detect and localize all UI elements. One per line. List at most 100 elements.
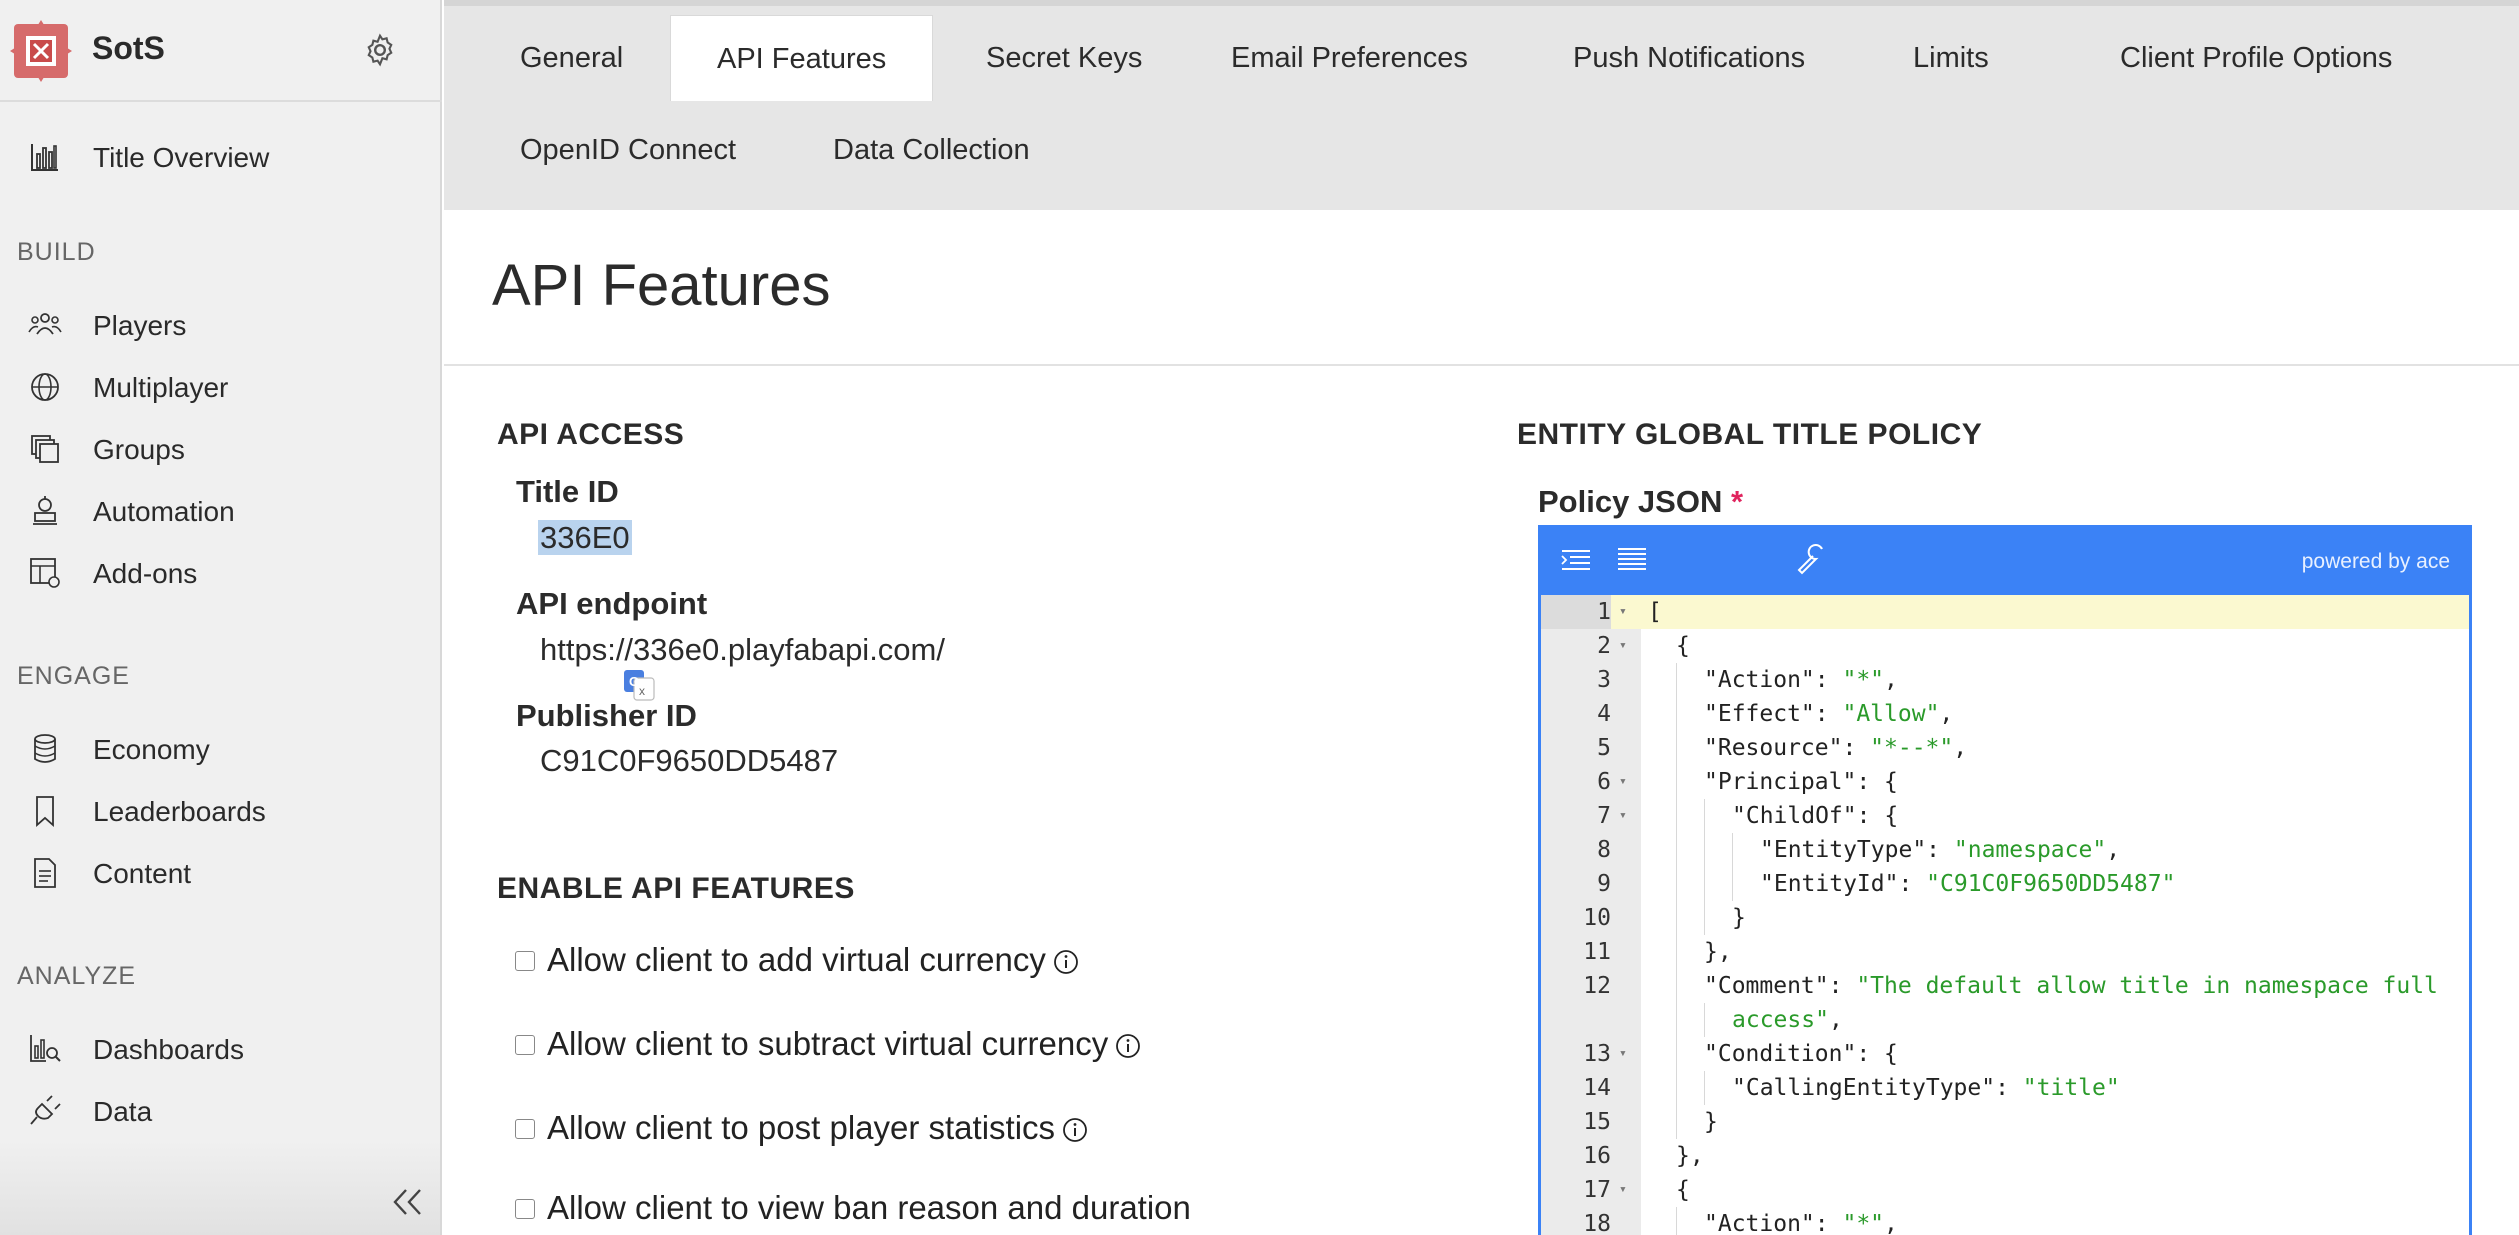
code-line: 2 ▾ { <box>1541 629 2469 663</box>
sidebar-item-label: Multiplayer <box>93 372 229 403</box>
sidebar-item-players[interactable]: Players <box>0 296 440 352</box>
view-ban-reason-checkbox[interactable] <box>515 1199 535 1219</box>
api-endpoint-value[interactable]: https://336e0.playfabapi.com/ <box>540 632 945 668</box>
tab-limits[interactable]: Limits <box>1867 15 2035 101</box>
indent-guide <box>1676 765 1677 799</box>
info-icon[interactable] <box>1052 948 1080 976</box>
indent-guide <box>1676 1207 1677 1235</box>
code-line: 17 ▾ { <box>1541 1173 2469 1207</box>
indent-guide <box>1704 833 1705 867</box>
fold-toggle-icon[interactable]: ▾ <box>1619 1037 1627 1071</box>
fold-toggle-icon[interactable]: ▾ <box>1619 629 1627 663</box>
indent-guide <box>1704 1071 1705 1105</box>
code-line: 12 "Comment": "The default allow title in… <box>1541 969 2469 1003</box>
tab-client-profile-options[interactable]: Client Profile Options <box>2074 15 2438 101</box>
option-text: Allow client to post player statistics <box>547 1109 1056 1146</box>
entity-policy-heading: ENTITY GLOBAL TITLE POLICY <box>1517 418 1983 451</box>
json-token: "Principal": { <box>1704 769 1898 795</box>
line-number: 3 <box>1597 667 1611 693</box>
sidebar-item-leaderboards[interactable]: Leaderboards <box>0 782 440 838</box>
code-line: 11}, <box>1541 935 2469 969</box>
sidebar-item-multiplayer[interactable]: Multiplayer <box>0 358 440 414</box>
json-editor[interactable]: 1 ▾[2 ▾{3 "Action": "*", 4 "Effect": "Allow",… <box>1538 595 2472 1235</box>
document-icon <box>34 858 56 888</box>
required-mark: * <box>1730 484 1744 519</box>
sidebar-item-label: Data <box>93 1096 153 1127</box>
sidebar-item-dashboards[interactable]: Dashboards <box>0 1020 440 1076</box>
fold-toggle-icon[interactable]: ▾ <box>1619 595 1627 629</box>
tab-api-features[interactable]: API Features <box>670 15 934 101</box>
tab-push-notifications[interactable]: Push Notifications <box>1527 15 1851 101</box>
line-number: 4 <box>1597 701 1611 727</box>
sidebar-item-automation[interactable]: Automation <box>0 482 440 538</box>
code-text: }, <box>1704 935 1732 969</box>
json-token: } <box>1704 1109 1718 1135</box>
code-line: 13 ▾ "Condition": { <box>1541 1037 2469 1071</box>
json-string: access" <box>1732 1007 1829 1033</box>
add-virtual-currency-checkbox[interactable] <box>515 951 535 971</box>
format-indent-icon[interactable] <box>1558 543 1594 577</box>
fold-toggle-icon[interactable]: ▾ <box>1619 1173 1627 1207</box>
line-number: 7 <box>1597 803 1611 829</box>
line-number: 14 <box>1583 1075 1611 1101</box>
database-icon <box>34 734 56 763</box>
compact-json-icon[interactable] <box>1614 543 1650 577</box>
info-icon[interactable] <box>1114 1032 1142 1060</box>
option-label: Allow client to post player statistics <box>547 1109 1089 1147</box>
automation-icon <box>33 496 57 525</box>
tab-general[interactable]: General <box>474 15 669 101</box>
fold-toggle-icon[interactable]: ▾ <box>1619 765 1627 799</box>
json-token: , <box>1884 667 1898 693</box>
groups-icon <box>31 435 59 463</box>
section-label-engage: ENGAGE <box>17 662 130 690</box>
code-line: 18 "Action": "*", <box>1541 1207 2469 1235</box>
post-player-statistics-checkbox[interactable] <box>515 1119 535 1139</box>
json-string: "*" <box>1842 1211 1885 1235</box>
collapse-sidebar-icon[interactable] <box>388 1183 428 1221</box>
json-string: "namespace" <box>1953 837 2107 863</box>
json-token: "Action": <box>1704 1211 1843 1235</box>
line-number: 6 <box>1597 769 1611 795</box>
sidebar-item-groups[interactable]: Groups <box>0 420 440 476</box>
json-token: "EntityId": <box>1760 871 1927 897</box>
sidebar-item-label: Dashboards <box>93 1034 244 1065</box>
indent-guide <box>1704 901 1705 935</box>
indent-guide <box>1676 867 1677 901</box>
code-text: "Action": "*", <box>1704 663 1898 697</box>
tab-email-preferences[interactable]: Email Preferences <box>1185 15 1514 101</box>
tab-secret-keys[interactable]: Secret Keys <box>940 15 1188 101</box>
gear-icon[interactable] <box>362 32 398 68</box>
line-number: 12 <box>1583 973 1611 999</box>
svg-text:x: x <box>639 684 645 698</box>
tab-data-collection[interactable]: Data Collection <box>787 107 1076 193</box>
sidebar-item-data[interactable]: Data <box>0 1082 440 1138</box>
fold-toggle-icon[interactable]: ▾ <box>1619 799 1627 833</box>
indent-guide <box>1704 867 1705 901</box>
title-id-label: Title ID <box>516 474 619 509</box>
sidebar-item-title-overview[interactable]: Title Overview <box>0 128 440 184</box>
translate-icon[interactable]: G x <box>620 668 656 702</box>
json-token: "Comment": <box>1704 973 1857 999</box>
sidebar-item-content[interactable]: Content <box>0 844 440 900</box>
json-token: "EntityType": <box>1760 837 1954 863</box>
bookmark-icon <box>36 796 54 827</box>
code-line: 5 "Resource": "*--*", <box>1541 731 2469 765</box>
publisher-id-value[interactable]: C91C0F9650DD5487 <box>540 743 838 779</box>
api-access-heading: API ACCESS <box>497 418 685 451</box>
tab-openid-connect[interactable]: OpenID Connect <box>474 107 782 193</box>
sidebar-item-add-ons[interactable]: Add-ons <box>0 544 440 600</box>
indent-guide <box>1676 731 1677 765</box>
sidebar-item-economy[interactable]: Economy <box>0 720 440 776</box>
line-number: 5 <box>1597 735 1611 761</box>
dashboards-icon <box>30 1035 61 1062</box>
repair-wrench-icon[interactable] <box>1794 543 1830 577</box>
code-line: 9 "EntityId": "C91C0F9650DD5487" <box>1541 867 2469 901</box>
json-string: "*--*" <box>1870 735 1954 761</box>
sidebar-item-label: Economy <box>93 734 210 765</box>
sidebar-item-label: Content <box>93 858 192 889</box>
code-text: "Resource": "*--*", <box>1704 731 1967 765</box>
title-id-value[interactable]: 336E0 <box>538 520 632 555</box>
option-text: Allow client to subtract virtual currenc… <box>547 1025 1109 1062</box>
subtract-virtual-currency-checkbox[interactable] <box>515 1035 535 1055</box>
info-icon[interactable] <box>1061 1116 1089 1144</box>
